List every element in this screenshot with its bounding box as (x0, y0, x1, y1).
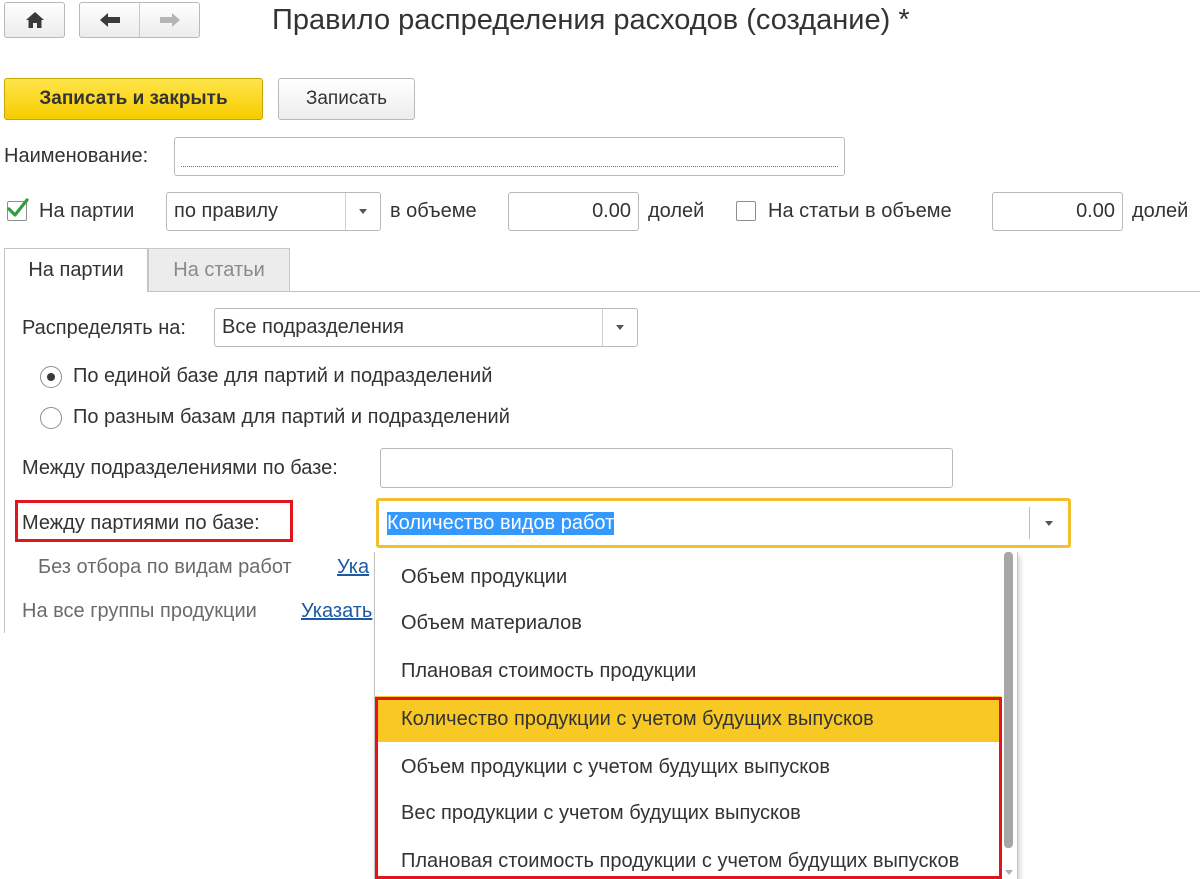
dropdown-option[interactable]: Плановая стоимость продукции (375, 648, 1002, 694)
dropdown-option[interactable]: Объем материалов (375, 600, 1002, 646)
name-label: Наименование: (4, 145, 149, 167)
dropdown-option[interactable]: Объем продукции (375, 554, 1002, 600)
radio-single-base-label: По единой базе для партий и подразделени… (73, 365, 493, 387)
dropdown-scrollbar[interactable] (1001, 552, 1017, 879)
volume-value: 0.00 (592, 200, 631, 222)
filter-work-types-link[interactable]: Ука (337, 556, 369, 579)
dropdown-scrollbar-thumb[interactable] (1004, 552, 1013, 848)
between-batches-dropdown-button[interactable] (1029, 507, 1068, 539)
back-button[interactable] (80, 3, 139, 37)
tab-panel-border (4, 291, 1200, 292)
filter-product-groups-link[interactable]: Указать (301, 600, 372, 623)
volume-units-label: долей (648, 200, 705, 222)
save-button[interactable]: Записать (278, 78, 415, 120)
batch-mode-select[interactable]: по правилу (166, 192, 381, 231)
items-checkbox[interactable] (736, 201, 756, 221)
distribute-label: Распределять на: (22, 317, 186, 339)
tab-batches[interactable]: На партии (4, 248, 148, 292)
between-departments-label: Между подразделениями по базе: (22, 457, 338, 479)
items-volume-input[interactable]: 0.00 (992, 192, 1123, 231)
chevron-down-icon (1045, 520, 1053, 526)
history-nav (79, 2, 200, 38)
arrow-left-icon (99, 13, 120, 27)
items-volume-value: 0.00 (1076, 200, 1115, 222)
distribute-select[interactable]: Все подразделения (214, 308, 638, 347)
batch-mode-dropdown-button[interactable] (345, 193, 380, 230)
name-input[interactable] (174, 137, 845, 176)
checkmark-icon (7, 198, 29, 217)
radio-single-base[interactable] (40, 366, 62, 388)
scroll-down-icon[interactable] (1005, 870, 1013, 875)
dropdown-option[interactable]: Объем продукции с учетом будущих выпуско… (375, 744, 1002, 790)
items-volume-units-label: долей (1132, 200, 1189, 222)
required-underline (181, 166, 838, 167)
volume-label: в объеме (390, 200, 477, 222)
chevron-down-icon (359, 209, 367, 214)
items-checkbox-label: На статьи в объеме (768, 200, 952, 222)
distribute-value: Все подразделения (222, 316, 404, 338)
batch-checkbox-label: На партии (39, 200, 135, 222)
dropdown-option[interactable]: Плановая стоимость продукции с учетом бу… (375, 838, 1002, 879)
tab-panel-left-border (4, 291, 5, 633)
radio-separate-bases[interactable] (40, 407, 62, 429)
between-batches-select[interactable]: Количество видов работ (376, 498, 1071, 548)
dropdown-option[interactable]: Вес продукции с учетом будущих выпусков (375, 790, 1002, 836)
chevron-down-icon (616, 325, 624, 330)
radio-separate-bases-label: По разным базам для партий и подразделен… (73, 406, 510, 428)
page-title: Правило распределения расходов (создание… (272, 4, 910, 36)
between-departments-input[interactable] (380, 448, 953, 488)
between-batches-label: Между партиями по базе: (22, 512, 260, 534)
home-button[interactable] (4, 2, 65, 38)
forward-button[interactable] (139, 3, 199, 37)
filter-product-groups-label: На все группы продукции (22, 600, 257, 622)
arrow-right-icon (159, 13, 180, 27)
home-icon (25, 12, 44, 28)
between-batches-value: Количество видов работ (387, 511, 615, 535)
save-and-close-button[interactable]: Записать и закрыть (4, 78, 263, 120)
tab-items[interactable]: На статьи (148, 248, 290, 292)
between-batches-dropdown-list: Объем продукции Объем материалов Планова… (374, 552, 1018, 879)
batch-checkbox[interactable] (7, 198, 29, 221)
dropdown-option-selected[interactable]: Количество продукции с учетом будущих вы… (375, 696, 1002, 742)
batch-mode-value: по правилу (174, 200, 279, 222)
distribute-dropdown-button[interactable] (602, 309, 637, 346)
filter-work-types-label: Без отбора по видам работ (38, 556, 292, 578)
volume-input[interactable]: 0.00 (508, 192, 639, 231)
